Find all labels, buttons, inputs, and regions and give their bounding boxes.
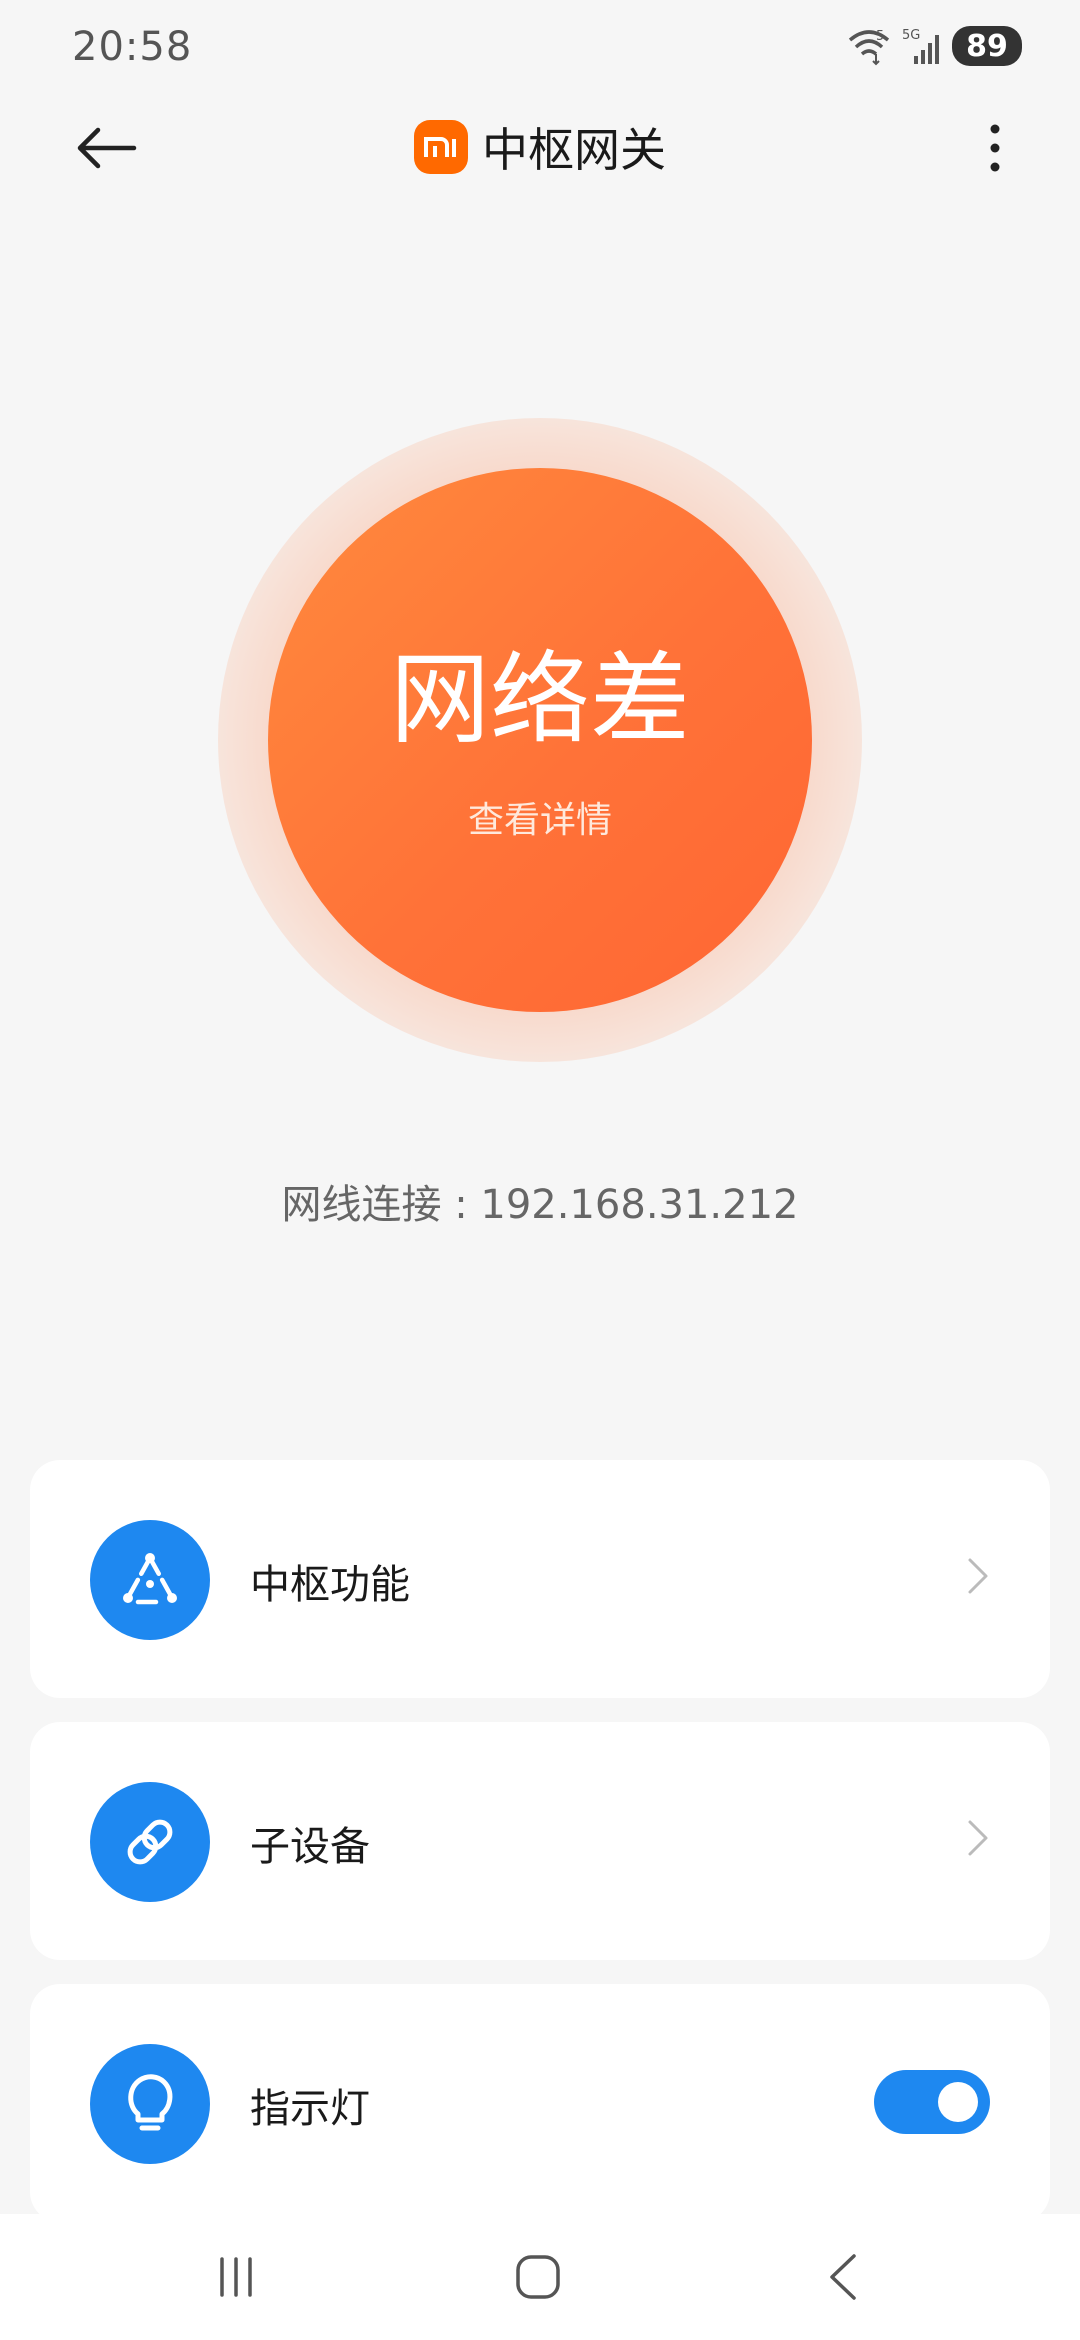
wifi-icon: 5: [848, 29, 890, 66]
hub-functions-card[interactable]: 中枢功能: [30, 1460, 1050, 1698]
more-options-button[interactable]: [970, 116, 1020, 180]
svg-text:5: 5: [876, 29, 884, 44]
status-bar: 20:58 5 5G 89: [0, 0, 1080, 96]
indicator-light-toggle[interactable]: [874, 2070, 990, 2134]
header: 中枢网关: [0, 96, 1080, 200]
recent-apps-icon: [220, 2257, 252, 2297]
system-nav-bar: [0, 2214, 1080, 2340]
view-details-link[interactable]: 查看详情: [468, 791, 612, 843]
status-time: 20:58: [72, 24, 193, 70]
page-title: 中枢网关: [482, 123, 666, 177]
cell-signal-icon: 5G: [902, 28, 939, 64]
chevron-right-icon: [968, 1558, 988, 1594]
back-nav-button[interactable]: [802, 2244, 882, 2310]
svg-text:5G: 5G: [902, 28, 920, 43]
back-nav-icon: [830, 2254, 856, 2300]
title-group: 中枢网关: [0, 114, 1080, 180]
chevron-right-icon: [968, 1820, 988, 1856]
indicator-light-card: 指示灯: [30, 1984, 1050, 2222]
recent-apps-button[interactable]: [196, 2244, 276, 2310]
more-vertical-icon: [990, 124, 1000, 172]
indicator-light-label: 指示灯: [250, 2086, 370, 2132]
battery-indicator: 89: [952, 26, 1022, 66]
status-icons: 5 5G 89: [846, 26, 1022, 66]
hub-triangle-icon: [90, 1520, 210, 1640]
connection-info: 网线连接 : 192.168.31.212: [281, 1182, 799, 1228]
network-status-label: 网络差: [390, 640, 690, 758]
hub-functions-label: 中枢功能: [250, 1562, 410, 1608]
sub-devices-label: 子设备: [250, 1824, 370, 1870]
sub-devices-card[interactable]: 子设备: [30, 1722, 1050, 1960]
mi-logo-icon: [414, 120, 468, 174]
home-button[interactable]: [498, 2244, 578, 2310]
home-icon: [516, 2255, 560, 2299]
lightbulb-icon: [90, 2044, 210, 2164]
network-status-circle[interactable]: 网络差 查看详情: [268, 468, 812, 1012]
toggle-knob: [938, 2082, 978, 2122]
link-icon: [90, 1782, 210, 1902]
